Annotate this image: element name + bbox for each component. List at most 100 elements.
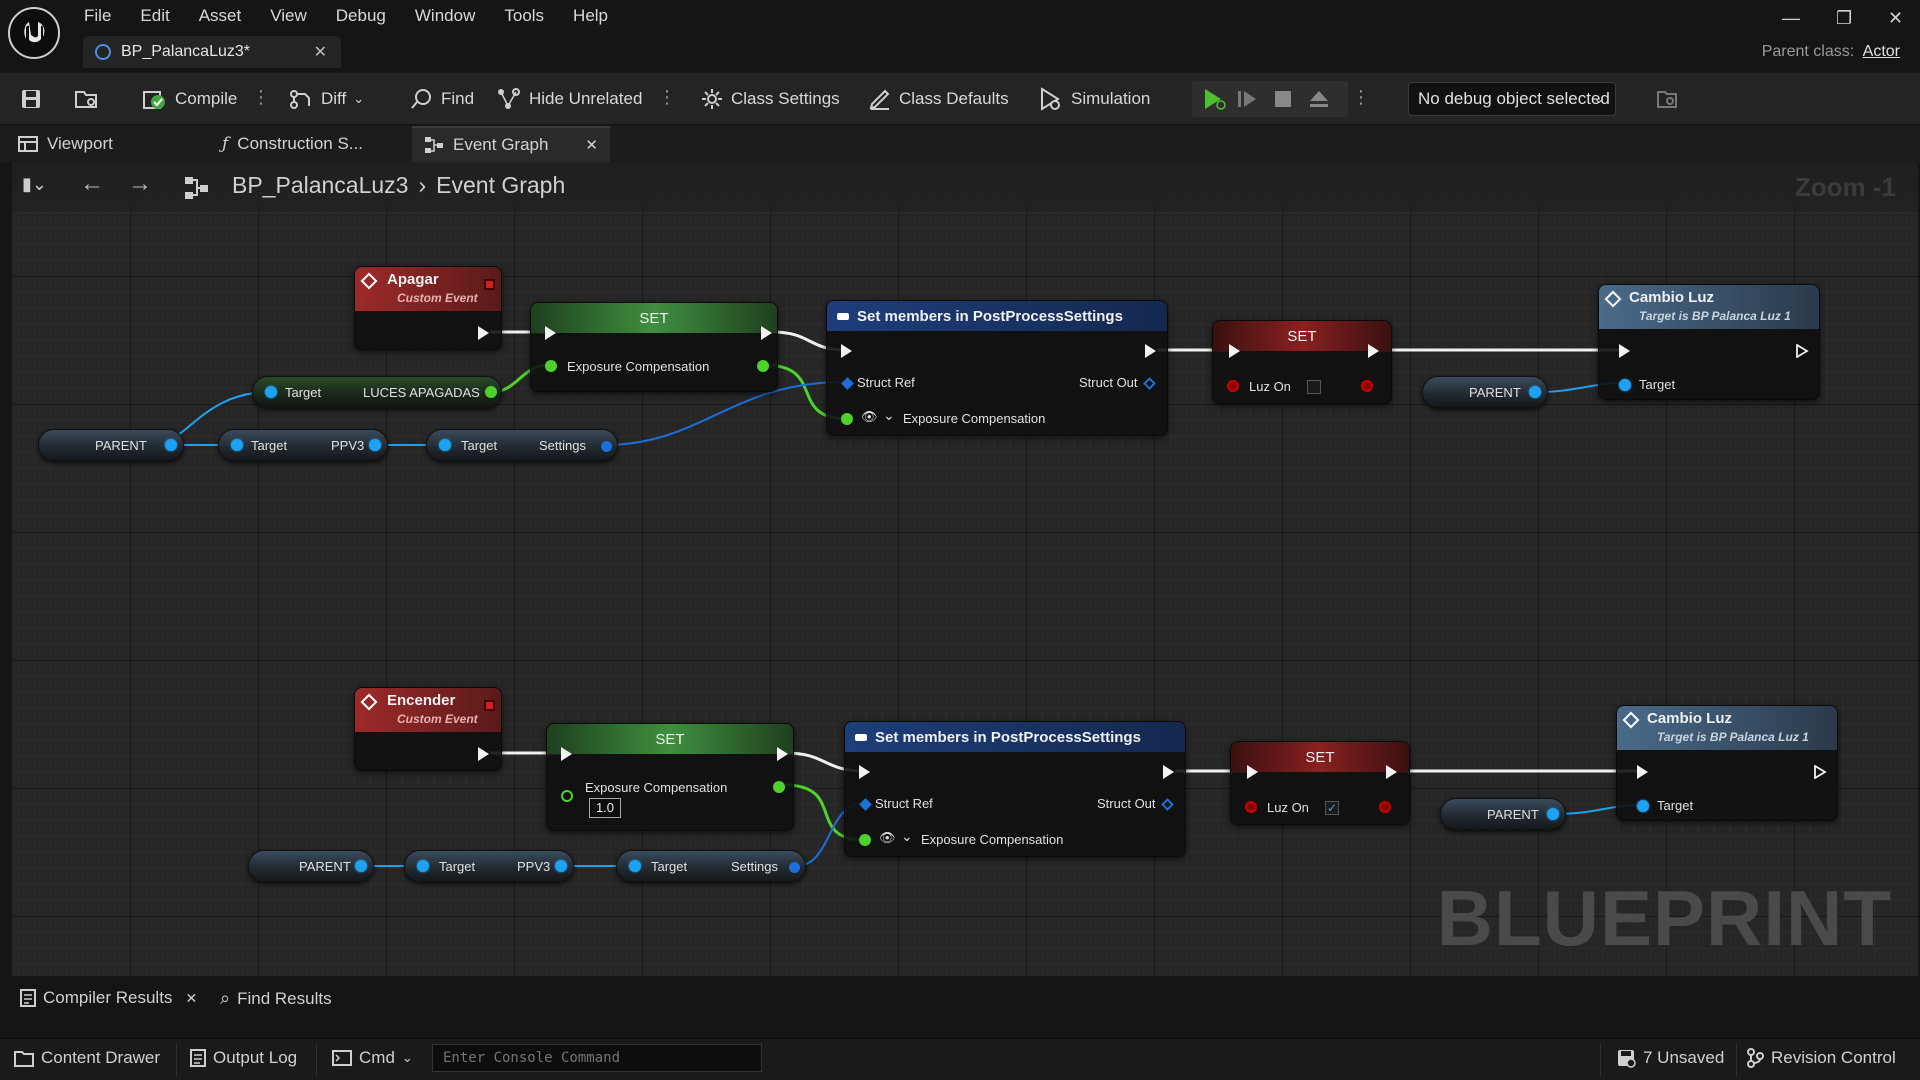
close-icon[interactable]: ✕ xyxy=(585,136,598,154)
set-members-node[interactable]: Set members in PostProcessSettings Struc… xyxy=(844,721,1186,857)
hide-unrelated-button[interactable]: Hide Unrelated xyxy=(496,83,642,115)
bool-out-pin[interactable] xyxy=(1361,380,1373,392)
exec-out-pin[interactable] xyxy=(761,326,772,340)
ppv3-getter[interactable]: Target PPV3 xyxy=(218,429,388,461)
output-log-button[interactable]: Output Log xyxy=(190,1048,297,1068)
exec-in-pin[interactable] xyxy=(545,326,556,340)
float-in-pin[interactable] xyxy=(859,834,871,846)
event-graph-canvas[interactable]: ▮⌄ ← → BP_PalancaLuz3 › Event Graph Zoom… xyxy=(12,162,1918,976)
settings-getter[interactable]: Target Settings xyxy=(426,429,618,461)
exec-out-pin[interactable] xyxy=(1813,765,1827,779)
hide-unrelated-options-icon[interactable]: ⋮ xyxy=(658,87,676,108)
object-out-pin[interactable] xyxy=(1547,808,1559,820)
bool-in-pin[interactable] xyxy=(1245,801,1257,813)
document-tab[interactable]: BP_PalancaLuz3* ✕ xyxy=(83,36,341,68)
custom-event-node-encender[interactable]: Encender Custom Event xyxy=(354,687,502,771)
settings-getter[interactable]: Target Settings xyxy=(616,850,806,882)
play-options-icon[interactable]: ⋮ xyxy=(1352,87,1370,108)
float-in-pin[interactable] xyxy=(545,360,557,372)
exec-in-pin[interactable] xyxy=(1619,344,1630,358)
menu-debug[interactable]: Debug xyxy=(336,4,401,26)
menu-help[interactable]: Help xyxy=(573,4,623,26)
parent-getter[interactable]: PARENT xyxy=(1422,376,1548,408)
object-out-pin[interactable] xyxy=(369,439,381,451)
menu-view[interactable]: View xyxy=(270,4,322,26)
bool-in-pin[interactable] xyxy=(1227,380,1239,392)
content-drawer-button[interactable]: Content Drawer xyxy=(14,1048,160,1068)
float-out-pin[interactable] xyxy=(773,781,785,793)
parent-getter[interactable]: PARENT xyxy=(38,429,184,461)
event-delegate-icon[interactable] xyxy=(484,700,495,711)
parent-getter[interactable]: PARENT xyxy=(248,850,374,882)
exec-in-pin[interactable] xyxy=(561,747,572,761)
tab-compiler-results[interactable]: Compiler Results ✕ xyxy=(20,988,197,1008)
exec-out-pin[interactable] xyxy=(478,747,489,761)
struct-out-pin[interactable] xyxy=(601,441,612,452)
float-out-pin[interactable] xyxy=(485,386,497,398)
compile-button[interactable]: Compile xyxy=(142,83,237,115)
compile-options-icon[interactable]: ⋮ xyxy=(252,87,270,108)
class-settings-button[interactable]: Class Settings xyxy=(700,83,840,115)
object-in-pin[interactable] xyxy=(629,860,641,872)
exec-out-pin[interactable] xyxy=(777,747,788,761)
cambio-luz-node[interactable]: Cambio Luz Target is BP Palanca Luz 1 Ta… xyxy=(1598,284,1820,400)
eye-icon[interactable]: 👁 xyxy=(861,409,878,425)
cmd-select[interactable]: Cmd ⌄ xyxy=(332,1048,413,1068)
tab-find-results[interactable]: ⌕ Find Results xyxy=(220,988,332,1009)
exec-out-pin[interactable] xyxy=(1145,344,1156,358)
menu-edit[interactable]: Edit xyxy=(140,4,184,26)
restore-icon[interactable]: ❐ xyxy=(1836,8,1852,29)
struct-in-pin[interactable] xyxy=(859,798,872,811)
exposure-value-input[interactable]: 1.0 xyxy=(589,798,621,818)
set-members-node[interactable]: Set members in PostProcessSettings Struc… xyxy=(826,300,1168,436)
float-in-pin[interactable] xyxy=(841,413,853,425)
close-icon[interactable]: ✕ xyxy=(185,990,197,1007)
luz-on-checkbox[interactable]: ✓ xyxy=(1325,801,1339,815)
save-button[interactable] xyxy=(20,83,42,115)
struct-out-pin[interactable] xyxy=(1143,377,1156,390)
console-command-input[interactable] xyxy=(432,1044,762,1072)
unreal-logo-icon[interactable] xyxy=(8,7,60,59)
class-defaults-button[interactable]: Class Defaults xyxy=(868,83,1009,115)
find-button[interactable]: Find xyxy=(410,83,474,115)
minimize-icon[interactable]: — xyxy=(1782,8,1800,29)
set-exposure-node[interactable]: SET Exposure Compensation 1.0 xyxy=(546,723,794,831)
custom-event-node-apagar[interactable]: Apagar Custom Event xyxy=(354,266,502,350)
exec-in-pin[interactable] xyxy=(1637,765,1648,779)
parent-getter[interactable]: PARENT xyxy=(1440,798,1566,830)
object-out-pin[interactable] xyxy=(355,860,367,872)
exec-in-pin[interactable] xyxy=(1229,344,1240,358)
set-luz-on-node[interactable]: SET Luz On xyxy=(1212,320,1392,404)
unsaved-button[interactable]: 7 Unsaved xyxy=(1616,1048,1724,1068)
chevron-down-icon[interactable]: ⌄ xyxy=(901,828,913,845)
exec-out-pin[interactable] xyxy=(1163,765,1174,779)
struct-in-pin[interactable] xyxy=(841,377,854,390)
step-icon[interactable] xyxy=(1236,88,1258,110)
luces-apagadas-getter[interactable]: Target LUCES APAGADAS xyxy=(252,376,502,408)
simulation-button[interactable]: Simulation xyxy=(1038,83,1150,115)
revision-control-button[interactable]: Revision Control xyxy=(1746,1048,1896,1068)
cambio-luz-node[interactable]: Cambio Luz Target is BP Palanca Luz 1 Ta… xyxy=(1616,705,1838,821)
object-in-pin[interactable] xyxy=(231,439,243,451)
event-delegate-icon[interactable] xyxy=(484,279,495,290)
bool-out-pin[interactable] xyxy=(1379,801,1391,813)
set-luz-on-node[interactable]: SET Luz On ✓ xyxy=(1230,741,1410,825)
exec-out-pin[interactable] xyxy=(1795,344,1809,358)
tab-construction-script[interactable]: ƒ Construction S... xyxy=(222,126,402,162)
set-exposure-node[interactable]: SET Exposure Compensation xyxy=(530,302,778,392)
eye-icon[interactable]: 👁 xyxy=(879,830,896,846)
browse-button[interactable] xyxy=(74,83,100,115)
exec-in-pin[interactable] xyxy=(1247,765,1258,779)
close-window-icon[interactable]: ✕ xyxy=(1888,8,1903,29)
tab-event-graph[interactable]: Event Graph ✕ xyxy=(412,126,610,162)
float-in-pin[interactable] xyxy=(561,790,573,802)
eject-icon[interactable] xyxy=(1308,88,1330,110)
object-in-pin[interactable] xyxy=(1637,800,1649,812)
object-in-pin[interactable] xyxy=(417,860,429,872)
menu-window[interactable]: Window xyxy=(415,4,490,26)
chevron-down-icon[interactable]: ⌄ xyxy=(883,407,895,424)
struct-out-pin[interactable] xyxy=(789,862,800,873)
close-icon[interactable]: ✕ xyxy=(314,42,327,62)
exec-out-pin[interactable] xyxy=(478,326,489,340)
object-out-pin[interactable] xyxy=(1529,386,1541,398)
